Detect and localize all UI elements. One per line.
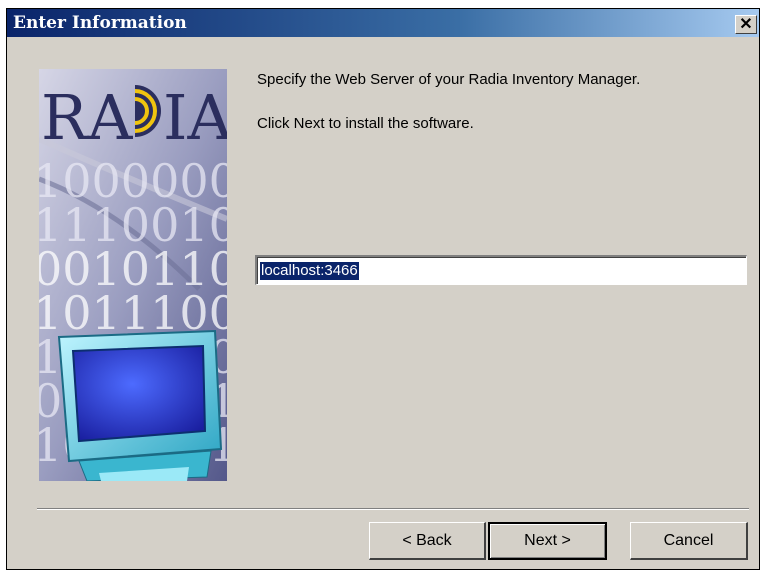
next-button[interactable]: Next > [488,522,607,560]
next-hint-text: Click Next to install the software. [257,115,474,132]
separator-line [37,508,749,510]
web-server-input[interactable]: localhost:3466 [255,255,747,285]
window-title: Enter Information [13,13,187,33]
web-server-value[interactable]: localhost:3466 [260,262,359,280]
close-icon: ✕ [739,15,753,33]
logo-text-left: RA [41,81,134,154]
logo-text-right: IA [163,81,227,154]
back-button[interactable]: < Back [369,522,486,560]
computer-monitor-icon [57,329,223,481]
radia-banner-image: RA IA 10000001 11100101 00101100 1011100… [39,69,227,481]
title-bar[interactable]: Enter Information ✕ [7,9,759,37]
radia-banner-graphic: RA IA 10000001 11100101 00101100 1011100… [39,69,227,481]
cancel-button[interactable]: Cancel [630,522,748,560]
close-button[interactable]: ✕ [735,15,757,34]
instruction-text: Specify the Web Server of your Radia Inv… [257,71,641,88]
installer-dialog: Enter Information ✕ RA IA 1000000 111001… [6,8,760,570]
